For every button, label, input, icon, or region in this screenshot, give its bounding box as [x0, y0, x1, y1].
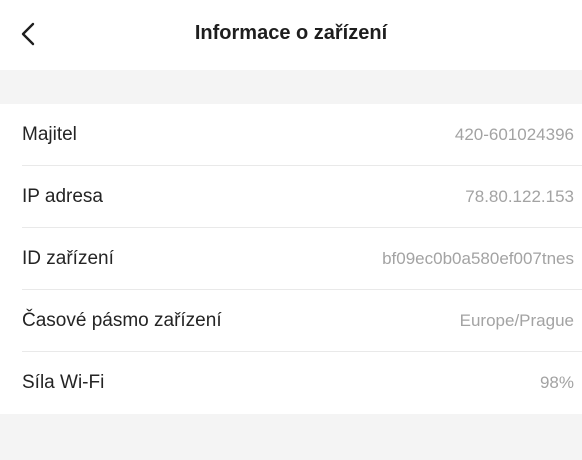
device-info-list: Majitel 420-601024396 IP adresa 78.80.12…: [0, 104, 582, 414]
info-row-time-zone[interactable]: Časové pásmo zařízení Europe/Prague: [0, 290, 582, 352]
ip-address-label: IP adresa: [22, 186, 103, 207]
info-row-owner: Majitel 420-601024396: [0, 104, 582, 166]
ip-address-value: 78.80.122.153: [465, 187, 574, 206]
wifi-strength-value: 98%: [539, 373, 574, 392]
time-zone-label: Časové pásmo zařízení: [22, 310, 222, 331]
device-id-value: bf09ec0b0a580ef007tnes: [382, 249, 574, 268]
time-zone-value: Europe/Prague: [459, 311, 574, 330]
device-id-label: ID zařízení: [22, 248, 114, 269]
owner-value: 420-601024396: [454, 125, 574, 144]
info-row-ip-address: IP adresa 78.80.122.153: [0, 166, 582, 228]
back-button[interactable]: [12, 17, 44, 51]
section-spacer-bottom: [0, 414, 582, 460]
section-spacer-top: [0, 70, 582, 104]
page-title: Informace o zařízení: [194, 22, 388, 44]
wifi-strength-label: Síla Wi-Fi: [22, 372, 105, 393]
chevron-left-icon: [21, 22, 35, 46]
info-row-wifi-strength: Síla Wi-Fi 98%: [0, 352, 582, 414]
top-bar: Informace o zařízení: [0, 0, 582, 70]
info-row-device-id: ID zařízení bf09ec0b0a580ef007tnes: [0, 228, 582, 290]
owner-label: Majitel: [22, 124, 77, 145]
